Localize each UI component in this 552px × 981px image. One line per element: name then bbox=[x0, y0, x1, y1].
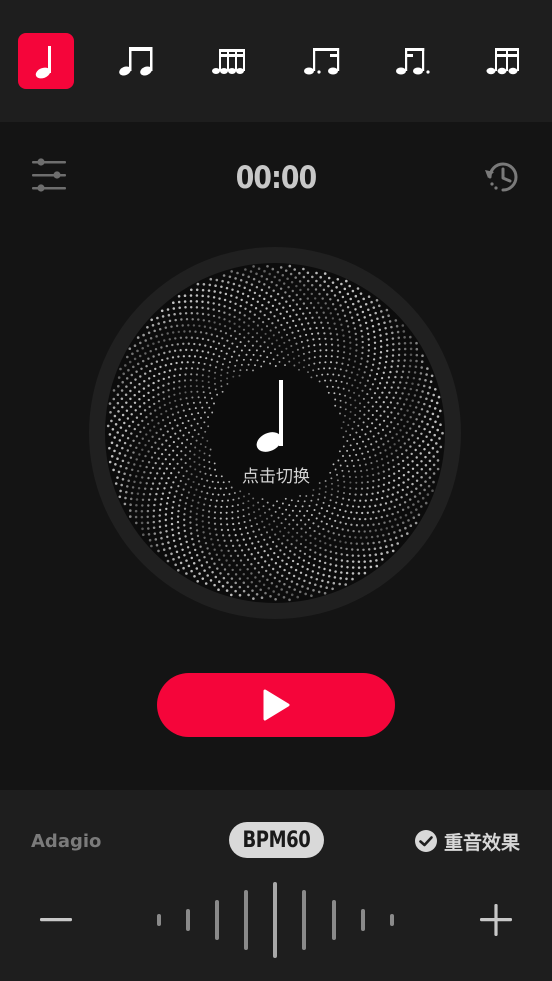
scale-tick bbox=[215, 900, 219, 940]
history-button[interactable] bbox=[480, 154, 526, 200]
decrease-bpm-button[interactable] bbox=[38, 902, 74, 938]
triplet-notes-icon bbox=[486, 48, 519, 75]
scale-tick bbox=[332, 900, 336, 940]
sixteenth-notes-icon bbox=[212, 49, 245, 74]
tab-triplet-notes[interactable] bbox=[478, 33, 534, 89]
tab-dotted-eighth-sixteenth[interactable] bbox=[294, 33, 350, 89]
tempo-marking: Adagio bbox=[31, 831, 102, 852]
history-icon bbox=[485, 162, 518, 192]
scale-tick bbox=[157, 914, 161, 926]
tab-sixteenth-dotted-eighth[interactable] bbox=[386, 33, 442, 89]
check-circle-icon bbox=[415, 830, 437, 852]
scale-tick bbox=[273, 882, 277, 958]
bpm-value: BPM60 bbox=[242, 827, 311, 853]
play-icon bbox=[263, 689, 290, 721]
bpm-badge[interactable]: BPM60 bbox=[229, 822, 324, 858]
plus-icon bbox=[480, 904, 512, 936]
scale-tick bbox=[186, 909, 190, 931]
accent-label: 重音效果 bbox=[444, 831, 521, 854]
scale-tick bbox=[361, 909, 365, 931]
dot-pattern bbox=[106, 264, 444, 602]
tab-eighth-notes[interactable] bbox=[110, 33, 166, 89]
accent-toggle[interactable]: 重音效果 bbox=[414, 826, 520, 856]
beat-dial[interactable] bbox=[105, 263, 445, 603]
play-button[interactable] bbox=[157, 673, 395, 737]
increase-bpm-button[interactable] bbox=[478, 902, 514, 938]
scale-tick bbox=[302, 890, 306, 950]
tab-sixteenth-notes[interactable] bbox=[202, 33, 258, 89]
tap-to-switch-label: 点击切换 bbox=[242, 467, 310, 487]
quarter-note-icon bbox=[35, 46, 51, 79]
note-type-bar bbox=[0, 0, 552, 122]
minus-icon bbox=[40, 918, 72, 922]
sixteenth-dotted-eighth-icon bbox=[396, 48, 430, 75]
scale-tick bbox=[244, 890, 248, 950]
scale-tick bbox=[390, 914, 394, 926]
elapsed-timer: 00:00 bbox=[235, 160, 317, 196]
tab-quarter-note[interactable] bbox=[18, 33, 74, 89]
dotted-eighth-sixteenth-icon bbox=[304, 48, 340, 75]
eighth-notes-icon bbox=[119, 47, 153, 76]
